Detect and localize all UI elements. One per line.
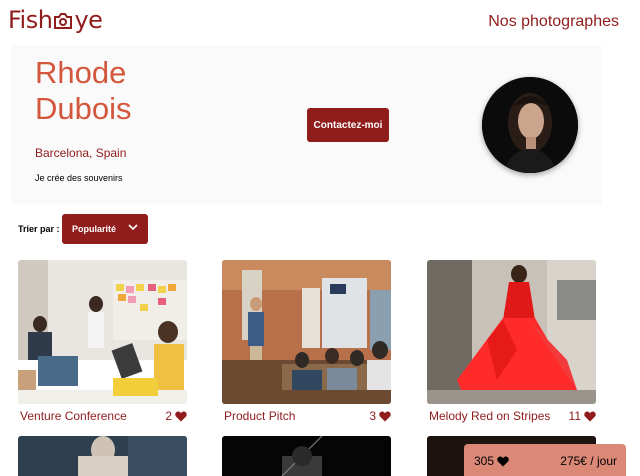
- media-likes[interactable]: 2: [165, 409, 187, 423]
- media-thumbnail[interactable]: [18, 260, 187, 404]
- media-title: Melody Red on Stripes: [429, 409, 551, 423]
- media-likes[interactable]: 11: [569, 409, 596, 423]
- media-title: Product Pitch: [224, 409, 296, 423]
- media-thumbnail[interactable]: [222, 436, 391, 476]
- logo-text-start: Fish: [8, 6, 53, 34]
- heart-icon[interactable]: [584, 411, 596, 422]
- photographer-header: Rhode Dubois Barcelona, Spain Je crée de…: [11, 45, 602, 204]
- like-count: 11: [568, 409, 581, 423]
- camera-icon: [54, 13, 73, 29]
- total-likes: 305: [474, 454, 509, 468]
- name-line-2: Dubois: [35, 91, 132, 126]
- sort-dropdown[interactable]: Popularité: [62, 214, 148, 244]
- photographer-avatar: [482, 77, 578, 173]
- media-card[interactable]: Venture Conference 2: [18, 260, 187, 423]
- fisheye-logo[interactable]: Fish ye: [8, 6, 103, 34]
- chevron-down-icon: [128, 224, 138, 231]
- media-likes[interactable]: 3: [369, 409, 391, 423]
- daily-price: 275€ / jour: [560, 454, 617, 468]
- page-title: Nos photographes: [488, 13, 619, 30]
- like-count: 2: [165, 409, 172, 423]
- media-card[interactable]: Product Pitch 3: [222, 260, 391, 423]
- sort-selected-value: Popularité: [72, 224, 117, 234]
- media-thumbnail[interactable]: [222, 260, 391, 404]
- logo-text-end: ye: [74, 6, 103, 34]
- media-thumbnail[interactable]: [427, 260, 596, 404]
- photographer-location: Barcelona, Spain: [35, 146, 127, 160]
- heart-icon[interactable]: [175, 411, 187, 422]
- heart-icon: [497, 456, 509, 466]
- contact-button[interactable]: Contactez-moi: [307, 108, 389, 142]
- media-card[interactable]: Melody Red on Stripes 11: [427, 260, 596, 423]
- media-title: Venture Conference: [20, 409, 127, 423]
- name-line-1: Rhode: [35, 55, 127, 90]
- photographer-name: Rhode Dubois: [35, 55, 132, 127]
- sort-label: Trier par :: [18, 224, 60, 234]
- like-count: 3: [369, 409, 376, 423]
- likes-price-footer: 305 275€ / jour: [464, 444, 626, 476]
- media-thumbnail[interactable]: [18, 436, 187, 476]
- photographer-tagline: Je crée des souvenirs: [35, 173, 123, 183]
- total-likes-count: 305: [474, 454, 495, 468]
- heart-icon[interactable]: [379, 411, 391, 422]
